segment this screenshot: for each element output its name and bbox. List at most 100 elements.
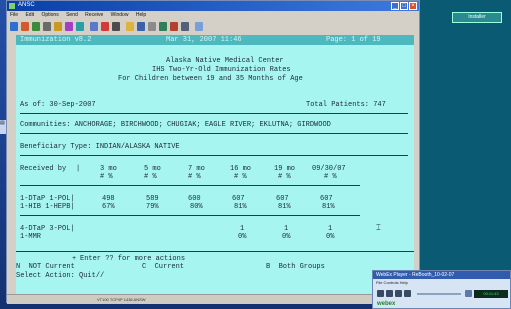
- screen-icon[interactable]: [148, 22, 156, 31]
- record-icon[interactable]: [170, 22, 178, 31]
- org-name: Alaska Native Medical Center: [166, 57, 284, 65]
- total-patients: Total Patients: 747: [306, 101, 386, 109]
- as-of-date: As of: 30-Sep-2007: [20, 101, 96, 109]
- menu-file[interactable]: File: [7, 12, 21, 19]
- keyboard-icon[interactable]: [137, 22, 145, 31]
- action-current[interactable]: C Current: [142, 263, 184, 271]
- page-indicator: Page: 1 of 19: [326, 36, 381, 44]
- cell-count: 1: [284, 225, 289, 233]
- disconnect-icon[interactable]: [21, 22, 29, 31]
- window-icon[interactable]: [181, 22, 189, 31]
- menu-send[interactable]: Send: [63, 12, 81, 19]
- cell-pct: 81%: [234, 203, 247, 211]
- row-label: 1-HIB 1-HEPB|: [20, 203, 75, 211]
- report-title: IHS Two-Yr-Old Immunization Rates: [152, 66, 291, 74]
- action-both-groups[interactable]: B Both Groups: [266, 263, 325, 271]
- cell-pct: 81%: [278, 203, 291, 211]
- cell-count: 607: [320, 195, 333, 203]
- beneficiary-type: Beneficiary Type: INDIAN/ALASKA NATIVE: [20, 143, 180, 151]
- forward-icon[interactable]: [404, 290, 411, 297]
- volume-icon[interactable]: [465, 290, 472, 297]
- webex-player-window[interactable]: WebEx Player - ReBooth_10-02-07 File Con…: [372, 270, 511, 309]
- info-icon[interactable]: [195, 22, 203, 31]
- mouse-cursor-icon: ⌶: [376, 224, 381, 233]
- cell-count: 498: [102, 195, 115, 203]
- col-sub-3mo: # %: [100, 173, 113, 181]
- cell-count: 1: [328, 225, 333, 233]
- menu-window[interactable]: Window: [108, 12, 132, 19]
- playback-slider[interactable]: [417, 293, 461, 295]
- help-icon[interactable]: [126, 22, 134, 31]
- menu-options[interactable]: Options: [38, 12, 61, 19]
- player-title[interactable]: WebEx Player - ReBooth_10-02-07: [373, 271, 510, 279]
- cell-pct: 80%: [190, 203, 203, 211]
- cell-count: 607: [276, 195, 289, 203]
- col-header-date: 09/30/07: [312, 165, 346, 173]
- maximize-button[interactable]: □: [400, 2, 408, 10]
- col-sub-date: # %: [324, 173, 337, 181]
- print-icon[interactable]: [43, 22, 51, 31]
- stop-icon[interactable]: [377, 290, 384, 297]
- terminal-header-bar: Immunization v8.2 Mar 31, 2007 11:46 Pag…: [16, 35, 414, 45]
- cell-count: 1: [240, 225, 245, 233]
- column-separator: |: [76, 165, 81, 173]
- terminal-window: ANSC _ □ × File Edit Options Send Receiv…: [6, 0, 420, 304]
- connect-icon[interactable]: [10, 22, 18, 31]
- row-label: 1-MMR: [20, 233, 42, 241]
- action-not-current[interactable]: N NOT Current: [16, 263, 75, 271]
- copy-icon[interactable]: [65, 22, 73, 31]
- open-icon[interactable]: [32, 22, 40, 31]
- menu-receive[interactable]: Receive: [82, 12, 106, 19]
- status-bar: VT100 TCP/IP 1436 ANSW: [7, 294, 419, 304]
- col-header-5mo: 5 mo: [144, 165, 161, 173]
- player-menu[interactable]: File Controls Help: [376, 280, 408, 285]
- settings-icon[interactable]: [112, 22, 120, 31]
- cell-pct: 0%: [282, 233, 291, 241]
- divider: [20, 215, 360, 216]
- cell-count: 600: [188, 195, 201, 203]
- divider: [20, 185, 360, 186]
- col-header-19mo: 19 mo: [274, 165, 296, 173]
- cell-pct: 67%: [102, 203, 115, 211]
- received-by-header: Received by: [20, 165, 67, 173]
- col-sub-19mo: # %: [278, 173, 291, 181]
- desktop-button[interactable]: Installer: [452, 12, 502, 23]
- select-action-input[interactable]: Select Action: Quit//: [16, 272, 104, 280]
- paste-icon[interactable]: [76, 22, 84, 31]
- app-version: Immunization v8.2: [20, 36, 92, 44]
- play-icon[interactable]: [386, 290, 393, 297]
- col-sub-5mo: # %: [144, 173, 157, 181]
- receive-icon[interactable]: [101, 22, 109, 31]
- cell-pct: 81%: [322, 203, 335, 211]
- cell-pct: 0%: [326, 233, 335, 241]
- toolbar: [10, 20, 410, 34]
- pause-icon[interactable]: [395, 290, 402, 297]
- cell-pct: 79%: [146, 203, 159, 211]
- send-icon[interactable]: [90, 22, 98, 31]
- cell-pct: 0%: [238, 233, 247, 241]
- col-header-16mo: 16 mo: [230, 165, 252, 173]
- webex-logo: webex: [377, 301, 396, 307]
- header-datetime: Mar 31, 2007 11:46: [166, 36, 242, 44]
- terminal-screen[interactable]: Immunization v8.2 Mar 31, 2007 11:46 Pag…: [16, 35, 414, 295]
- close-button[interactable]: ×: [409, 2, 417, 10]
- report-subtitle: For Children between 19 and 35 Months of…: [118, 75, 303, 83]
- app-icon: [9, 3, 15, 9]
- row-label: 1-DTaP 1-POL|: [20, 195, 75, 203]
- menu-edit[interactable]: Edit: [22, 12, 37, 19]
- folder-icon[interactable]: [54, 22, 62, 31]
- cell-count: 589: [146, 195, 159, 203]
- cell-count: 607: [232, 195, 245, 203]
- minimize-button[interactable]: _: [391, 2, 399, 10]
- divider: [20, 155, 408, 156]
- playback-time: 00:11:43: [474, 290, 508, 298]
- divider: [16, 251, 414, 252]
- divider: [20, 133, 408, 134]
- more-actions-prompt: Enter ?? for more actions: [80, 255, 186, 263]
- window-title: ANSC: [18, 2, 35, 8]
- title-bar[interactable]: ANSC _ □ ×: [7, 1, 419, 11]
- menu-help[interactable]: Help: [133, 12, 149, 19]
- macro-icon[interactable]: [159, 22, 167, 31]
- row-label: 4-DTaP 3-POL|: [20, 225, 75, 233]
- col-sub-7mo: # %: [188, 173, 201, 181]
